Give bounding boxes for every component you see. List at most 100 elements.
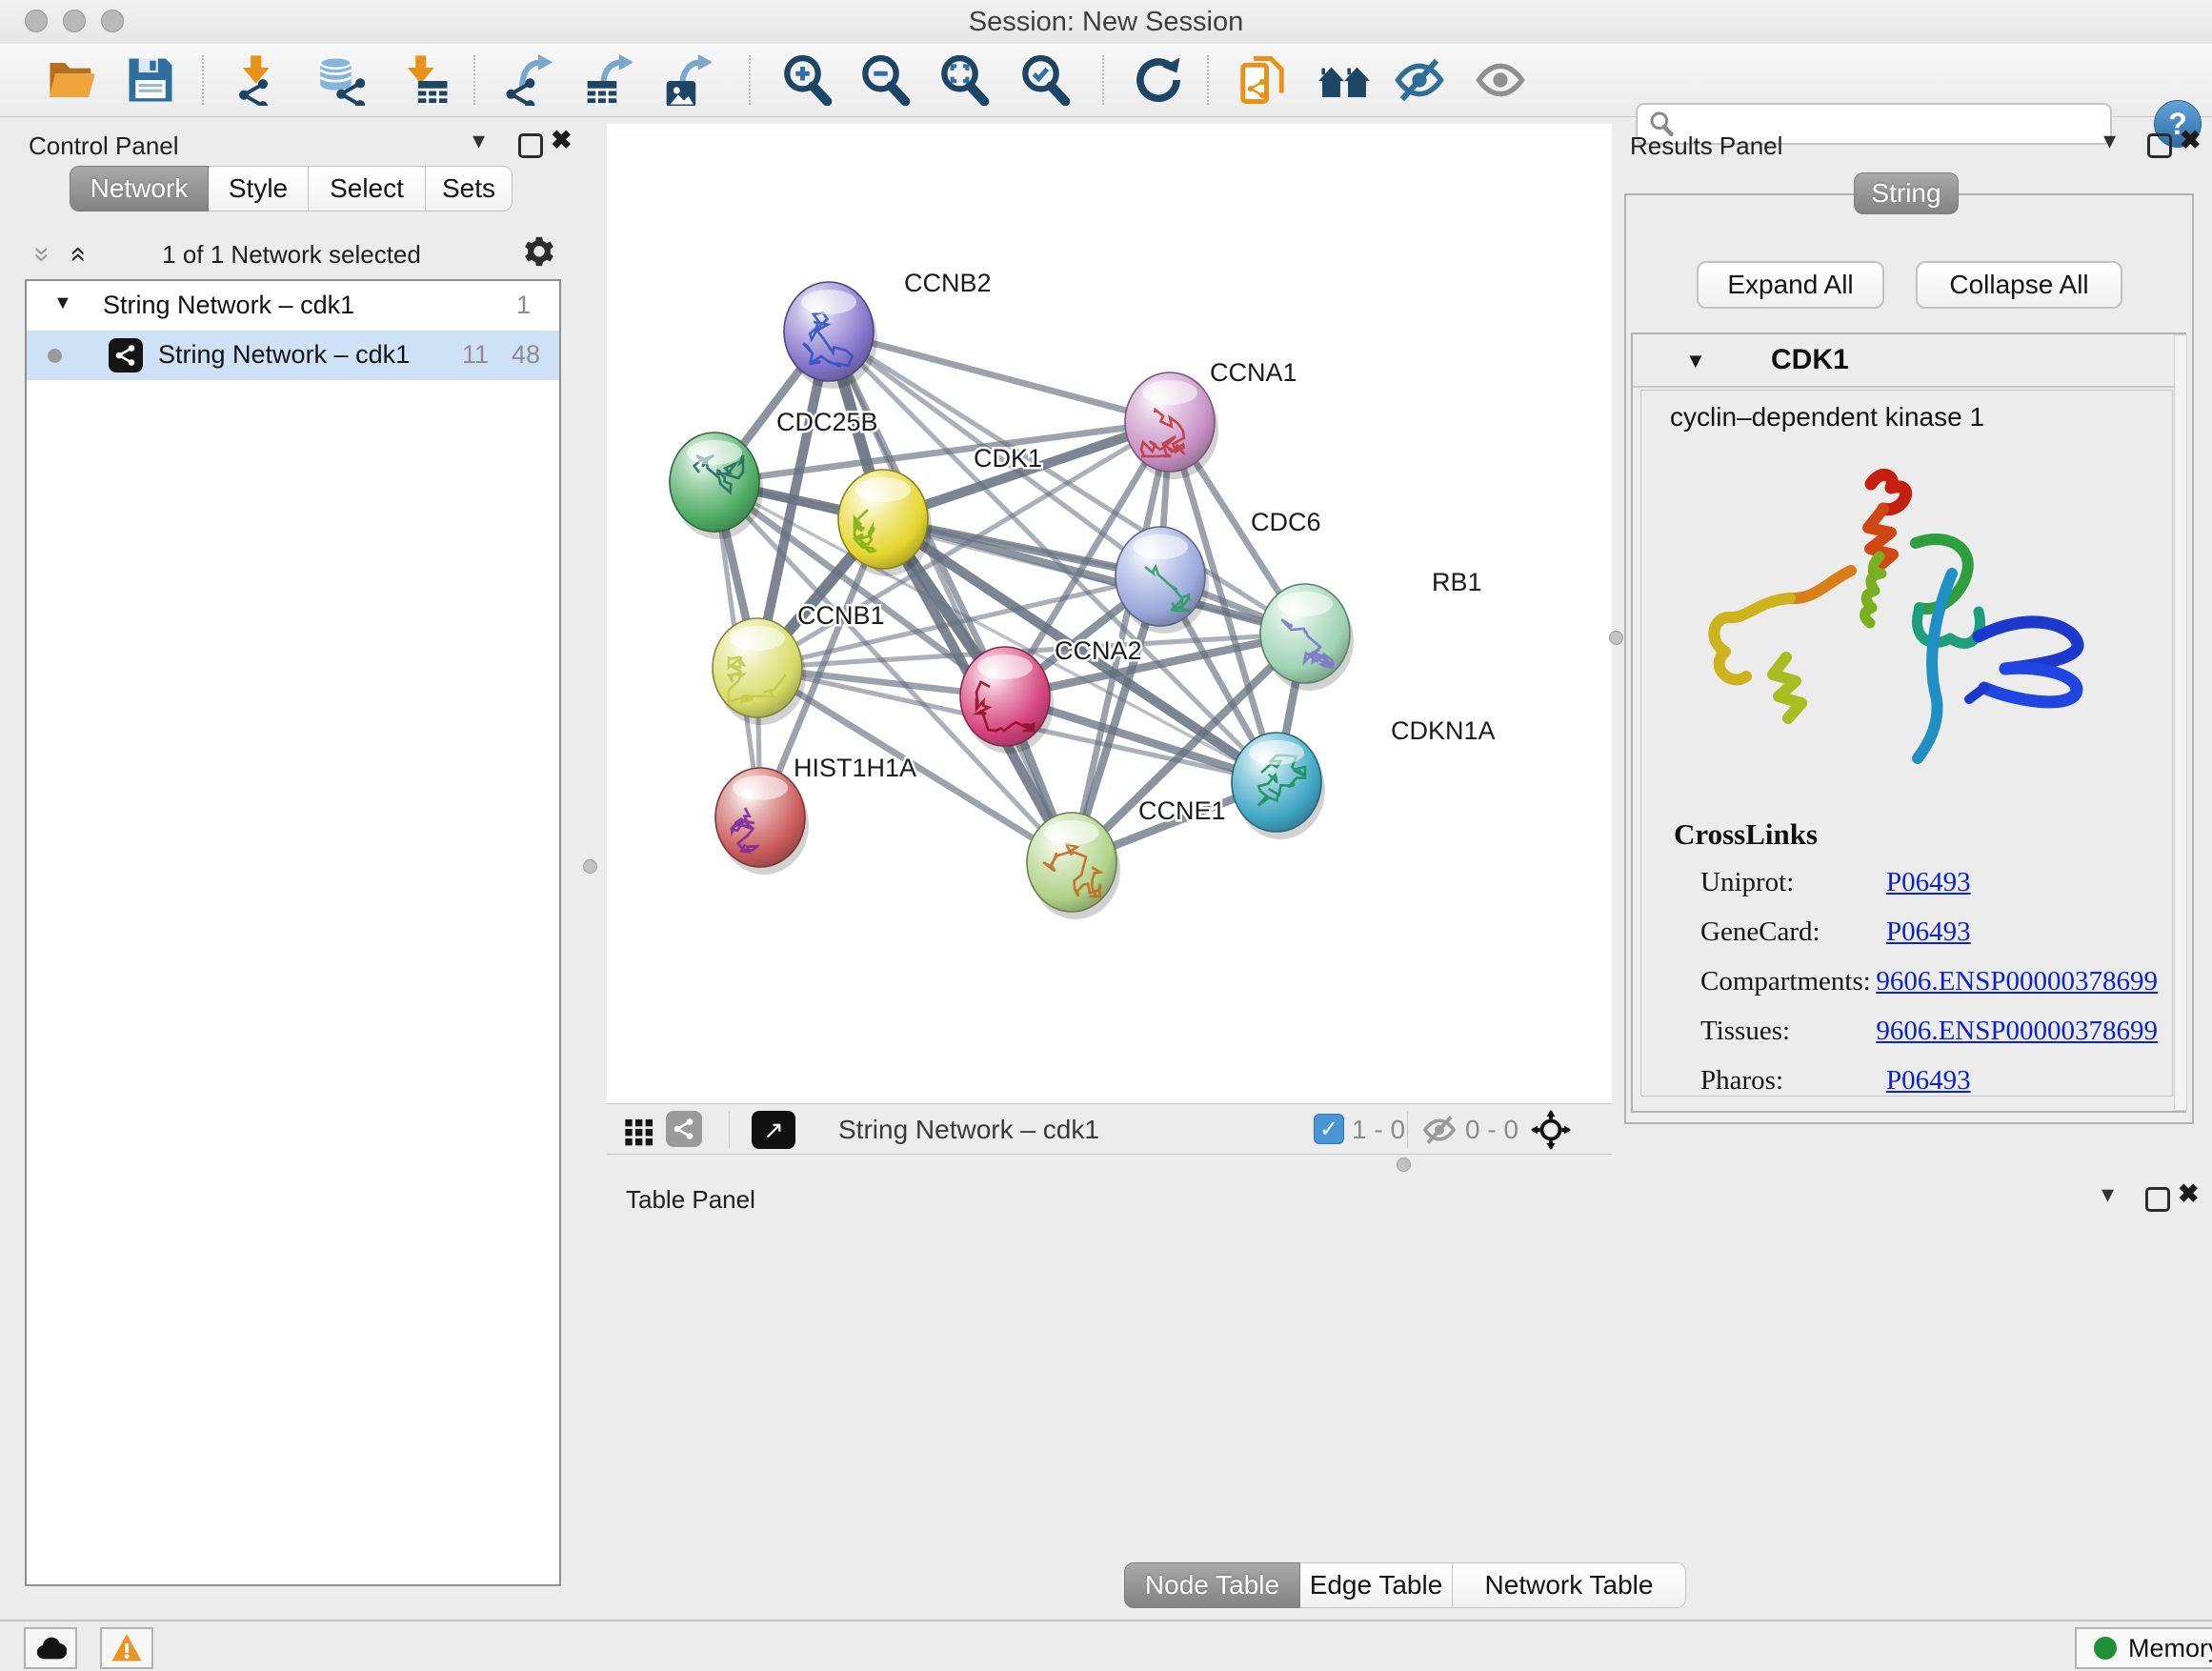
network-view-title: String Network – cdk1 (838, 1115, 1099, 1145)
tab-style[interactable]: Style (209, 166, 309, 211)
zoom-fit-button[interactable] (938, 54, 990, 106)
import-table-button[interactable] (396, 54, 448, 106)
table-panel-title: Table Panel (626, 1185, 755, 1215)
cloud-button[interactable] (24, 1627, 77, 1669)
float-panel-icon[interactable] (518, 133, 543, 158)
open-in-window-icon[interactable]: ↗ (752, 1111, 795, 1149)
crosslink-link[interactable]: 9606.ENSP00000378699 (1876, 966, 2158, 997)
splitter-handle[interactable] (583, 859, 597, 874)
expand-all-button[interactable]: Expand All (1697, 261, 1884, 309)
crosslink-label: Uniprot: (1700, 867, 1886, 898)
tab-node-table[interactable]: Node Table (1124, 1562, 1300, 1608)
control-panel-title: Control Panel (29, 131, 179, 161)
refresh-view-button[interactable] (1133, 54, 1184, 106)
export-table-button[interactable] (581, 54, 633, 106)
cdk1-result-card: ▼ CDK1 cyclin–dependent kinase 1 (1631, 332, 2186, 1113)
grid-view-icon[interactable] (624, 1116, 654, 1146)
float-panel-icon[interactable] (2147, 133, 2172, 158)
network-canvas[interactable]: CCNB2CCNA1CDC25BCDK1CDC6RB1CCNB1CCNA2CDK… (607, 124, 1612, 1103)
crosslink-label: Compartments: (1700, 966, 1876, 997)
card-expand-icon[interactable]: ▼ (1685, 349, 1706, 373)
crosslink-row: GeneCard:P06493 (1700, 907, 2158, 956)
tab-string[interactable]: String (1854, 172, 1959, 214)
hidden-counts: 0 - 0 (1465, 1115, 1518, 1145)
show-hidden-button[interactable] (1475, 54, 1526, 106)
tab-network-table[interactable]: Network Table (1453, 1562, 1686, 1608)
network-label: String Network – cdk1 (158, 340, 410, 370)
export-network-button[interactable] (502, 54, 553, 106)
splitter-handle[interactable] (1609, 631, 1623, 645)
collapse-panel-icon[interactable]: ▾ (2101, 1183, 2114, 1204)
zoom-in-button[interactable] (781, 54, 833, 106)
network-status-dot (48, 349, 62, 363)
crosslink-link[interactable]: 9606.ENSP00000378699 (1876, 1016, 2158, 1047)
network-row-selected[interactable]: String Network – cdk1 11 48 (27, 331, 559, 380)
network-edge-count: 48 (512, 340, 540, 370)
hidden-eye-icon[interactable] (1422, 1113, 1457, 1147)
results-panel-title: Results Panel (1630, 131, 1782, 161)
crosslink-row: Compartments:9606.ENSP00000378699 (1700, 956, 2158, 1006)
node-label-CDC25B: CDC25B (776, 408, 878, 436)
splitter-handle[interactable] (1397, 1158, 1411, 1172)
network-view-toolbar: ↗ String Network – cdk1 ✓ 1 - 0 0 - 0 (607, 1103, 1612, 1155)
crosslink-link[interactable]: P06493 (1886, 916, 1971, 948)
tab-edge-table[interactable]: Edge Table (1300, 1562, 1453, 1608)
crosslink-row: Uniprot:P06493 (1700, 857, 2158, 907)
crosslinks-list: Uniprot:P06493GeneCard:P06493Compartment… (1700, 857, 2158, 1105)
memory-button[interactable]: Memory (2075, 1627, 2212, 1669)
import-network-from-database-button[interactable] (313, 54, 365, 106)
network-options-gear-icon[interactable] (522, 234, 556, 269)
string-network-icon (109, 338, 143, 372)
node-label-CCNB1: CCNB1 (797, 601, 885, 630)
close-panel-icon[interactable]: ✖ (2180, 130, 2202, 151)
status-bar: Memory (0, 1620, 2212, 1671)
network-type-icon[interactable] (666, 1111, 702, 1147)
memory-status-dot (2094, 1637, 2117, 1660)
crosslinks-heading: CrossLinks (1674, 817, 1818, 852)
export-image-button[interactable] (660, 54, 712, 106)
tab-select[interactable]: Select (309, 166, 426, 211)
hide-selected-button[interactable] (1394, 54, 1445, 106)
control-panel: Control Panel ▾ ✖ NetworkStyleSelectSets… (10, 122, 573, 1594)
save-session-button[interactable] (125, 54, 176, 106)
duplicate-network-button[interactable] (1237, 54, 1288, 106)
network-edge-CCNB2-CCNA1[interactable] (829, 332, 1170, 422)
network-node-CDKN1A[interactable]: CDKN1A (1232, 716, 1496, 839)
tab-network[interactable]: Network (70, 166, 209, 211)
card-gene-name: CDK1 (1771, 344, 1849, 376)
titlebar: Session: New Session (0, 0, 2212, 45)
network-node-CCNA1[interactable]: CCNA1 (1125, 358, 1297, 479)
zoom-out-button[interactable] (859, 54, 911, 106)
close-panel-icon[interactable]: ✖ (2178, 1183, 2200, 1204)
network-list: ▼ String Network – cdk1 1 String Network… (25, 279, 561, 1586)
selected-checkbox-icon[interactable]: ✓ (1314, 1114, 1344, 1144)
collapse-panel-icon[interactable]: ▾ (473, 130, 485, 151)
collapse-all-button[interactable]: Collapse All (1916, 261, 2122, 309)
crosslink-label: Pharos: (1700, 1065, 1886, 1097)
tab-sets[interactable]: Sets (426, 166, 513, 211)
cdk1-card-header[interactable]: ▼ CDK1 (1633, 334, 2184, 388)
network-node-CCNE1[interactable]: CCNE1 (1027, 796, 1226, 919)
node-label-HIST1H1A: HIST1H1A (794, 754, 916, 782)
float-panel-icon[interactable] (2145, 1187, 2170, 1212)
zoom-selected-button[interactable] (1019, 54, 1071, 106)
table-tabs: Node TableEdge TableNetwork Table (1124, 1562, 1686, 1608)
cdk1-card-body: cyclin–dependent kinase 1 (1640, 390, 2173, 1097)
birdseye-crosshair-icon[interactable] (1531, 1110, 1571, 1150)
crosslink-link[interactable]: P06493 (1886, 1065, 1971, 1097)
collection-expand-icon[interactable]: ▼ (53, 292, 72, 314)
warning-button[interactable] (100, 1627, 153, 1669)
crosslink-link[interactable]: P06493 (1886, 867, 1971, 898)
protein-structure-image (1676, 455, 2095, 789)
open-session-button[interactable] (46, 54, 97, 106)
import-network-button[interactable] (231, 54, 283, 106)
node-label-CCNE1: CCNE1 (1138, 796, 1226, 825)
results-scrollbar[interactable] (2174, 334, 2187, 1111)
collapse-panel-icon[interactable]: ▾ (2103, 130, 2116, 151)
close-panel-icon[interactable]: ✖ (551, 130, 573, 151)
network-node-HIST1H1A[interactable]: HIST1H1A (715, 754, 916, 875)
network-node-RB1[interactable]: RB1 (1260, 568, 1482, 691)
home-button[interactable] (1318, 54, 1370, 106)
network-collection-row[interactable]: ▼ String Network – cdk1 1 (27, 281, 559, 331)
node-label-CCNB2: CCNB2 (904, 269, 992, 297)
